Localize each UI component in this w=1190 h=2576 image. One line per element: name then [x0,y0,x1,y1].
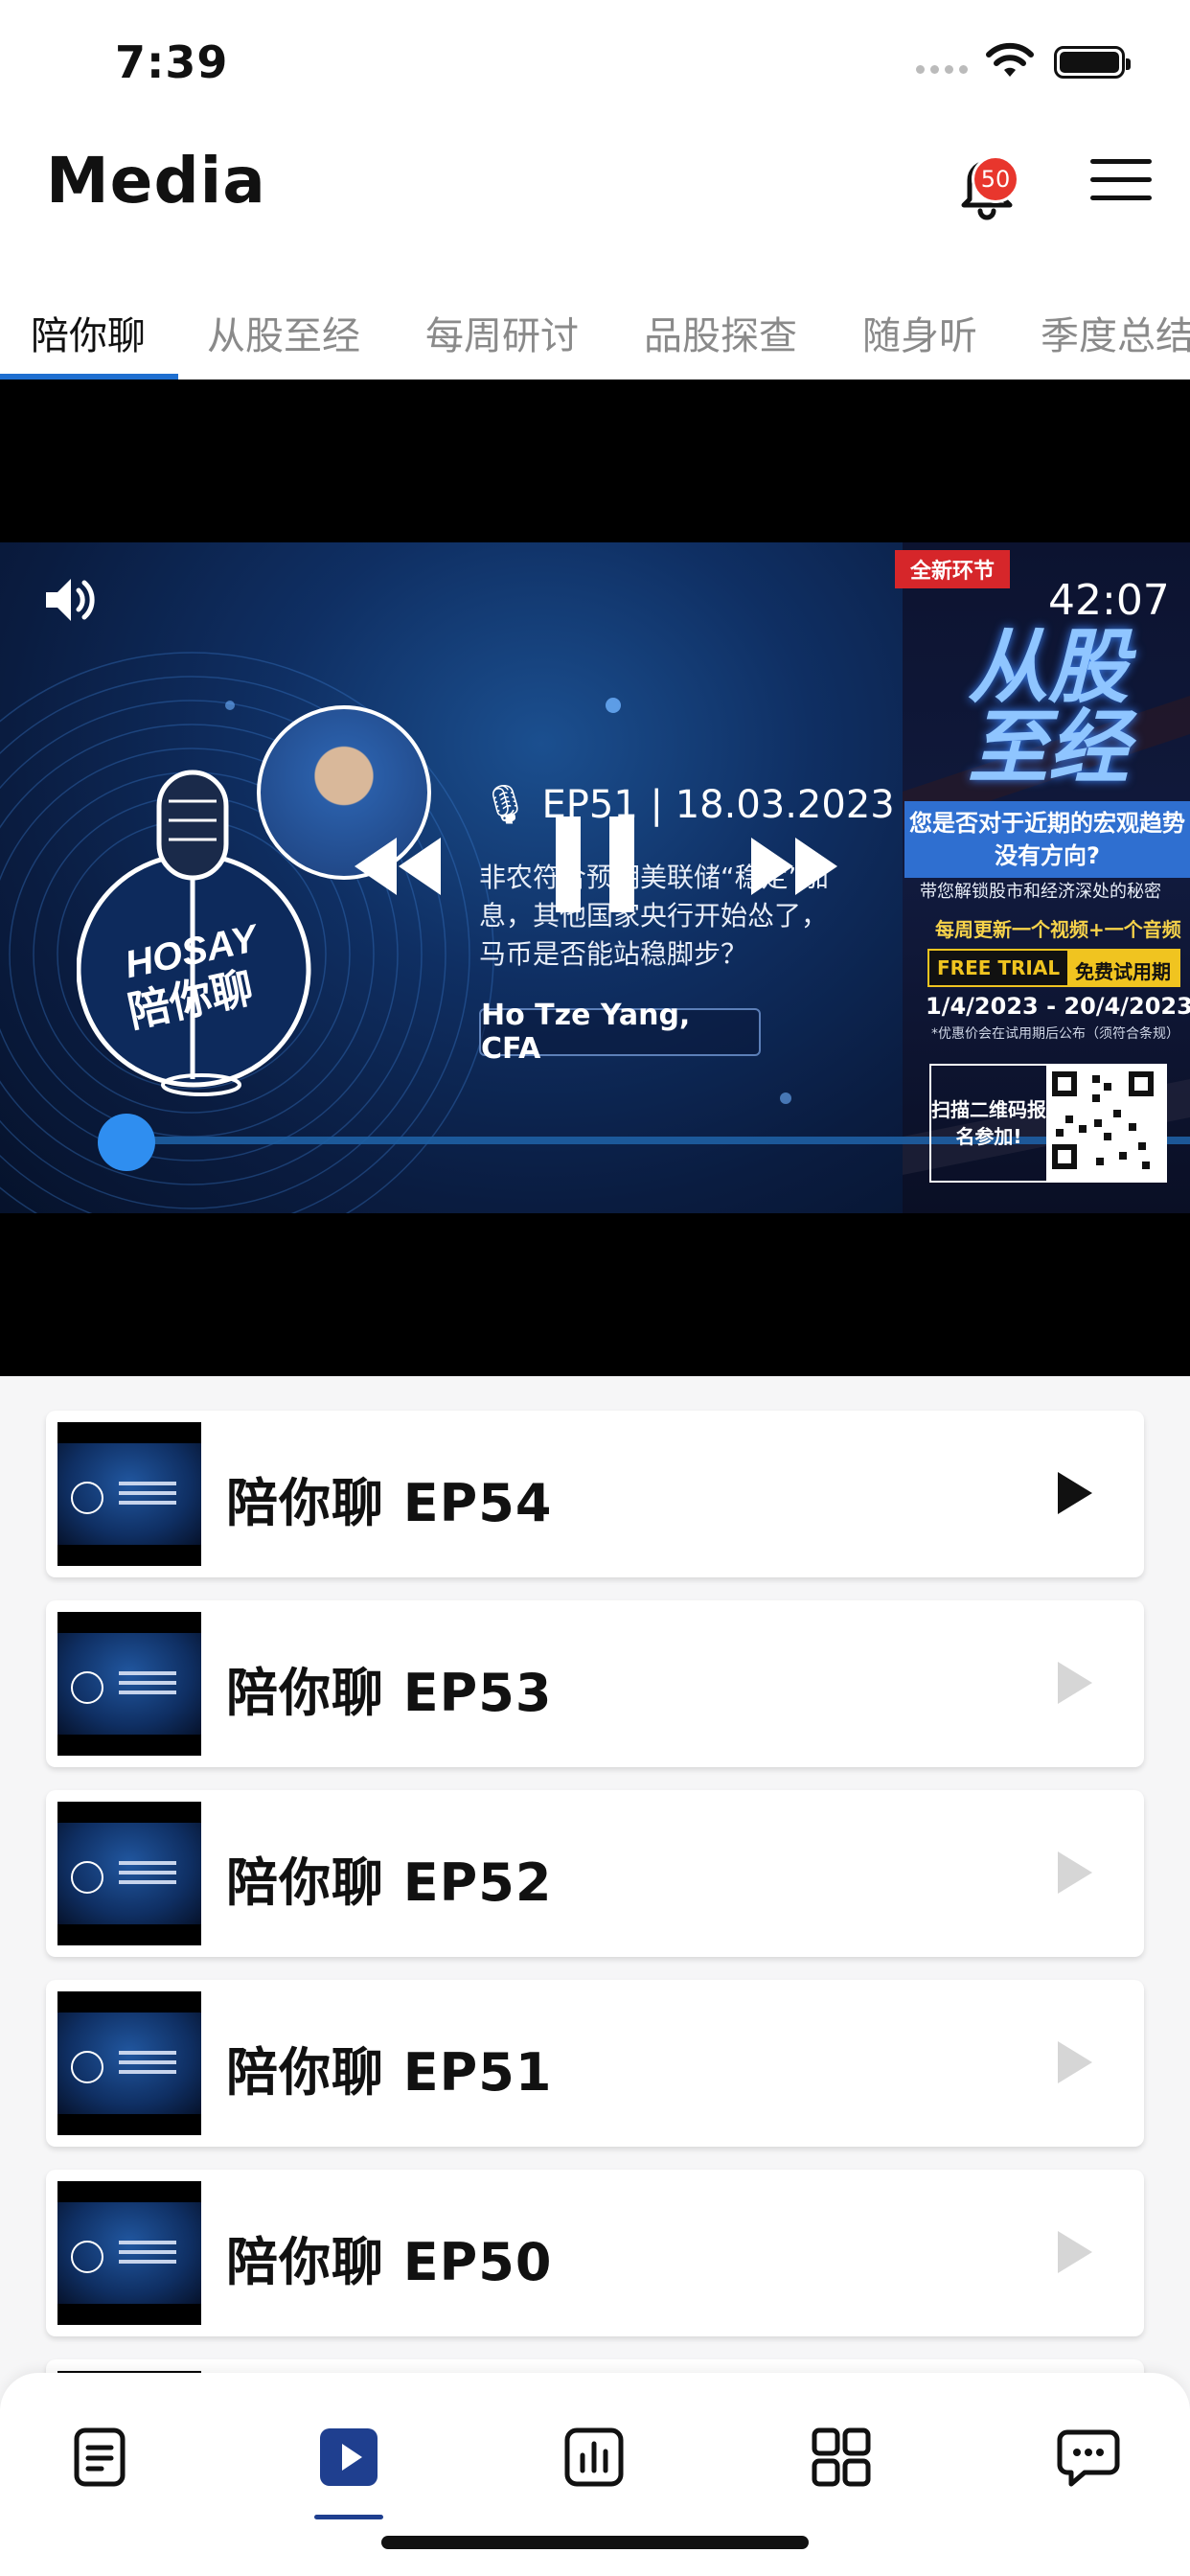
promo-title-line2: 至经 [968,701,1130,794]
home-indicator [381,2536,809,2549]
promo-subtitle: 带您解锁股市和经济深处的秘密 [920,882,1161,902]
episode-thumbnail [57,1422,201,1566]
episode-title: 陪你聊 EP54 [226,1473,553,1533]
tab-mei-zhou-yan-tao[interactable]: 每周研讨 [425,305,579,360]
episode-thumbnail [57,1612,201,1756]
episode-title: 陪你聊 EP51 [226,2042,553,2103]
rewind-icon[interactable] [355,838,441,895]
list-item[interactable]: 陪你聊 EP52 [46,1790,1144,1957]
video-player[interactable]: 42:07 HOSAY 陪你聊 🎙 EP51 | 18.03.2023 非农符合… [0,380,1190,1376]
tab-ji-du-zong-jie[interactable]: 季度总结 [1041,305,1190,360]
promo-question: 您是否对于近期的宏观趋势没有方向? [904,801,1190,878]
tab-sui-shen-ting[interactable]: 随身听 [862,305,977,360]
tab-pin-gu-tan-cha[interactable]: 品股探查 [644,305,797,360]
play-icon[interactable] [1058,1662,1092,1704]
promo-title: 从股 至经 [968,627,1129,788]
episode-title: 陪你聊 EP50 [226,2232,553,2292]
signal-icon [916,65,968,74]
promo-dates: 1/4/2023 - 20/4/2023 [926,993,1190,1020]
volume-icon[interactable] [40,571,98,629]
news-icon[interactable] [67,2425,132,2490]
promo-new-tag: 全新环节 [895,550,1011,588]
qr-code-icon [1046,1066,1165,1181]
play-icon[interactable] [1058,2231,1092,2273]
mic-icon: 🎙 [481,783,530,827]
pause-icon[interactable] [552,816,638,912]
host-name-tag: Ho Tze Yang, CFA [479,999,761,1066]
page-title: Media [46,144,266,218]
promo-scan-text: 扫描二维码报名参加! [931,1098,1046,1148]
promo-qr-box: 扫描二维码报名参加! [929,1064,1167,1183]
status-bar: 7:39 [0,0,1190,134]
episode-thumbnail [57,1991,201,2135]
play-icon[interactable] [1058,1472,1092,1514]
media-icon[interactable] [316,2425,381,2490]
episode-list: 陪你聊 EP54 陪你聊 EP53 陪你聊 EP52 陪你聊 EP51 陪你聊 … [0,1376,1190,2526]
chat-icon[interactable] [1056,2425,1121,2490]
promo-weekly: 每周更新一个视频+一个音频 [935,918,1181,941]
list-item[interactable]: 陪你聊 EP53 [46,1600,1144,1767]
chart-icon[interactable] [561,2425,627,2490]
promo-trial-en: FREE TRIAL [929,951,1068,985]
header: Media 50 [0,134,1190,288]
promo-note: *优惠价会在试用期后公布（须符合条规） [931,1026,1179,1042]
fast-forward-icon[interactable] [751,838,837,895]
episode-thumbnail [57,2181,201,2325]
progress-thumb[interactable] [98,1114,155,1171]
active-nav-indicator [314,2515,383,2519]
wifi-icon [986,42,1034,77]
episode-info: 🎙 EP51 | 18.03.2023 [481,782,895,827]
hamburger-menu-icon[interactable] [1090,159,1152,207]
category-tabs: 陪你聊 从股至经 每周研讨 品股探查 随身听 季度总结 [0,288,1190,380]
status-time: 7:39 [115,36,229,88]
list-item[interactable]: 陪你聊 EP54 [46,1411,1144,1577]
promo-trial-cn: 免费试用期 [1067,951,1179,985]
apps-icon[interactable] [809,2425,874,2490]
media-screen: 7:39 Media 50 陪你聊 从股至经 每周研讨 品股探查 随身听 季度总… [0,0,1190,2576]
battery-icon [1054,46,1131,79]
promo-trial-badge: FREE TRIAL 免费试用期 [927,949,1181,987]
play-icon[interactable] [1058,1852,1092,1894]
video-duration: 42:07 [1048,576,1170,625]
tab-pei-ni-liao[interactable]: 陪你聊 [31,305,146,360]
promo-title-line1: 从股 [968,620,1130,714]
episode-thumbnail [57,1802,201,1945]
list-item[interactable]: 陪你聊 EP50 [46,2170,1144,2336]
notification-badge: 50 [972,155,1019,203]
episode-title: 陪你聊 EP52 [226,1852,553,1913]
tab-cong-gu-zhi-jing[interactable]: 从股至经 [207,305,360,360]
list-item[interactable]: 陪你聊 EP51 [46,1980,1144,2147]
play-icon[interactable] [1058,2041,1092,2083]
episode-title: 陪你聊 EP53 [226,1663,553,1723]
